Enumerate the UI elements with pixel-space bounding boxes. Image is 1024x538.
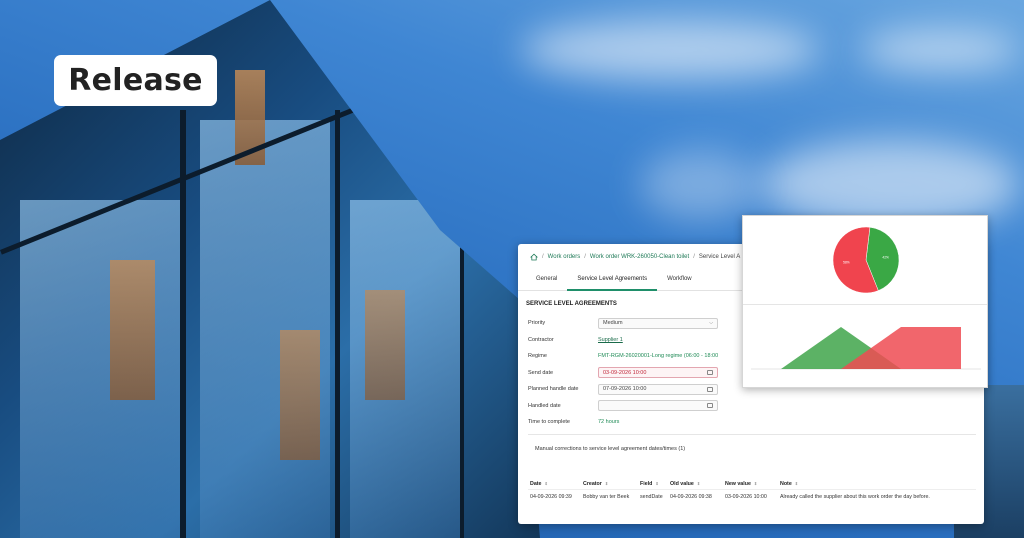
handled-date-row: Handled date (518, 398, 984, 415)
wood-panel (280, 330, 320, 460)
send-date-label: Send date (528, 369, 554, 376)
time-to-complete-value: 72 hours (598, 419, 620, 426)
glass-pane (200, 120, 330, 538)
send-date-input[interactable]: 03-09-2026 10:00 (598, 367, 718, 379)
glass-pane (20, 200, 180, 538)
pie-slice-label-1: 58% (843, 261, 850, 265)
breadcrumb-separator: / (542, 253, 544, 260)
tab-workflow[interactable]: Workflow (657, 269, 702, 290)
cloud (860, 30, 1020, 70)
pie-slice-label-0: 42% (882, 255, 889, 259)
cell-new-value: 03-09-2026 10:00 (725, 494, 767, 500)
calendar-icon[interactable] (707, 386, 713, 392)
sort-icon: ⇕ (604, 480, 609, 486)
contractor-label: Contractor (528, 336, 554, 343)
tab-service-level-agreements[interactable]: Service Level Agreements (567, 269, 657, 291)
priority-select[interactable]: Medium ⌵ (598, 317, 718, 329)
column-header[interactable]: Note ⇕ (780, 481, 976, 487)
breadcrumb-separator: / (693, 253, 695, 260)
home-icon[interactable] (530, 253, 538, 261)
table-header: Date ⇕ Creator ⇕ Field ⇕ Old value ⇕ New val… (528, 478, 976, 490)
area-chart (751, 327, 981, 370)
planned-handle-date-label: Planned handle date (528, 386, 579, 393)
cloud (640, 150, 760, 220)
time-to-complete-label: Time to complete (528, 419, 570, 426)
cell-date: 04-09-2026 09:39 (530, 494, 572, 500)
column-header[interactable]: Date ⇕ (528, 481, 583, 487)
release-label: Release (68, 63, 203, 98)
handled-date-label: Handled date (528, 402, 561, 409)
column-header[interactable]: Field ⇕ (640, 481, 670, 487)
cell-creator: Bobby van ter Beek (583, 494, 630, 500)
breadcrumb-work-orders[interactable]: Work orders (548, 254, 581, 260)
frame-beam (335, 110, 340, 538)
frame-beam (460, 230, 464, 538)
send-date-value: 03-09-2026 10:00 (603, 369, 647, 376)
corrections-title: Manual corrections to service level agre… (535, 446, 686, 452)
chevron-down-icon: ⌵ (709, 320, 713, 327)
wood-panel (110, 260, 155, 400)
breadcrumb-current: Service Level A (698, 253, 741, 260)
column-header[interactable]: Creator ⇕ (583, 481, 640, 487)
cloud (520, 20, 820, 80)
frame-beam (180, 110, 186, 538)
table-row[interactable]: 04-09-2026 09:39 Bobby van ter Beek send… (528, 490, 976, 504)
sort-icon: ⇕ (544, 480, 548, 486)
column-header[interactable]: Old value ⇕ (670, 481, 725, 487)
calendar-icon[interactable] (707, 370, 713, 376)
release-badge: Release (54, 55, 217, 106)
contractor-link[interactable]: Supplier 1 (598, 337, 623, 343)
priority-value: Medium (603, 320, 623, 327)
sort-icon: ⇕ (655, 480, 659, 486)
regime-label: Regime (528, 353, 547, 360)
planned-handle-date-input[interactable]: 07-09-2026 10:00 (598, 383, 718, 395)
calendar-icon[interactable] (707, 403, 713, 409)
chart-panel: 42% 58% (742, 215, 988, 388)
breadcrumb-work-order[interactable]: Work order WRK-260050-Clean toilet (590, 254, 689, 260)
corrections-table: Date ⇕ Creator ⇕ Field ⇕ Old value ⇕ New val… (528, 478, 976, 504)
corrections-section: Manual corrections to service level agre… (528, 434, 976, 516)
column-header[interactable]: New value ⇕ (725, 481, 780, 487)
regime-value: FMT-RGM-26020001-Long regime (06:00 - 18… (598, 353, 719, 360)
time-to-complete-row: Time to complete 72 hours (518, 414, 984, 431)
breadcrumb-separator: / (584, 253, 586, 260)
wood-panel (365, 290, 405, 400)
sort-icon: ⇕ (794, 480, 799, 486)
sort-icon: ⇕ (696, 480, 701, 486)
cell-field: sendDate (640, 494, 663, 500)
cell-note: Already called the supplier about this w… (780, 494, 930, 500)
pie-chart: 42% 58% (832, 226, 900, 294)
cell-old-value: 04-09-2026 09:38 (670, 494, 712, 500)
sort-icon: ⇕ (753, 480, 758, 486)
handled-date-input[interactable] (598, 400, 718, 412)
tab-general[interactable]: General (526, 269, 567, 290)
planned-handle-date-value: 07-09-2026 10:00 (603, 386, 647, 393)
priority-label: Priority (528, 320, 546, 327)
